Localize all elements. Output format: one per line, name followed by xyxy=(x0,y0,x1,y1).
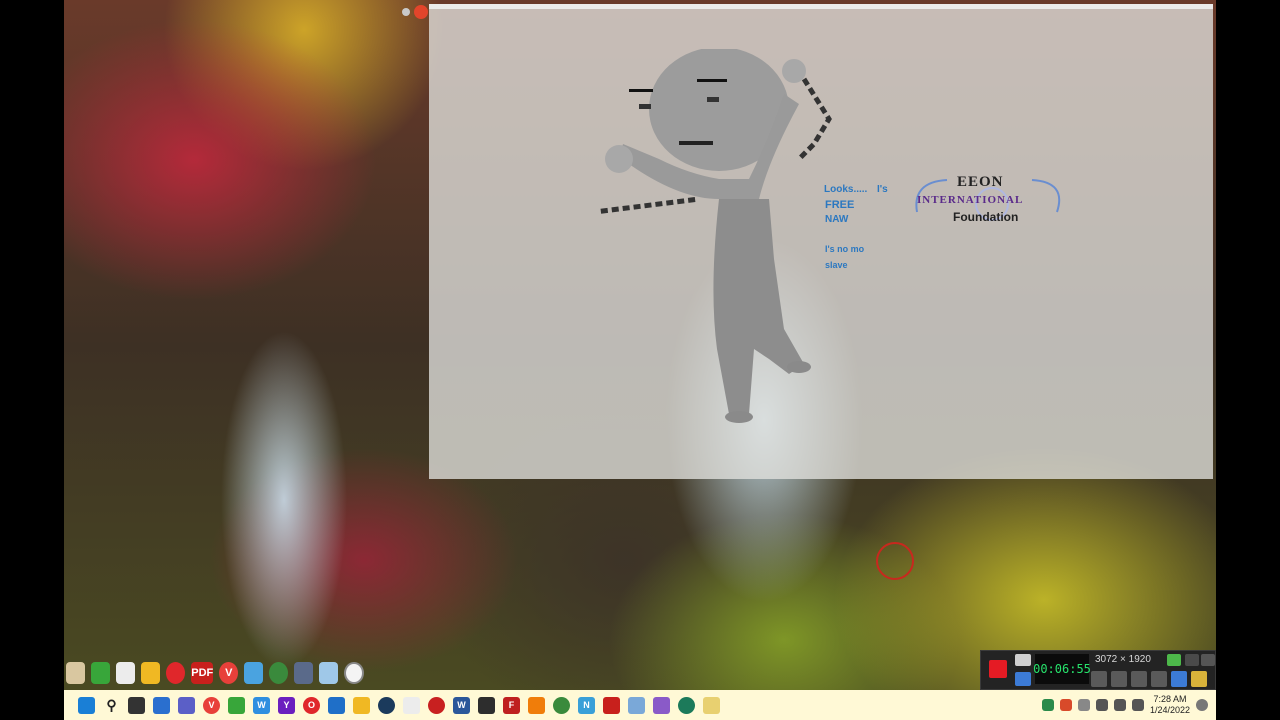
notepad-icon[interactable]: N xyxy=(578,696,595,714)
close-recorder-icon[interactable] xyxy=(1201,654,1215,666)
network-icon[interactable] xyxy=(1095,699,1108,711)
notification-icon[interactable] xyxy=(1196,699,1208,711)
wordpad-icon[interactable]: W xyxy=(253,696,270,714)
clock-date: 1/24/2022 xyxy=(1149,705,1190,715)
pdf-icon[interactable] xyxy=(603,696,620,714)
store-icon[interactable] xyxy=(328,696,345,714)
battery-icon[interactable] xyxy=(1131,699,1144,711)
window-control-bar[interactable] xyxy=(402,3,428,21)
eeon-logo: EEON INTERNATIONAL Foundation xyxy=(907,172,1077,234)
desktop-screen: Looks..... I's FREE NAW I's no mo slave … xyxy=(64,0,1216,720)
opera-icon[interactable] xyxy=(166,662,186,684)
speech-line-2: FREE xyxy=(825,199,855,211)
system-tray: 7:28 AM 1/24/2022 xyxy=(1041,690,1208,720)
clock-icon[interactable] xyxy=(344,662,365,684)
archive-icon[interactable] xyxy=(66,662,86,684)
opera-icon[interactable]: O xyxy=(303,696,320,714)
speech-line-3: NAW xyxy=(825,214,849,225)
microphone-icon[interactable] xyxy=(1077,699,1090,711)
tray-app-icon[interactable] xyxy=(1041,699,1054,711)
chrome-icon[interactable] xyxy=(269,662,289,684)
speech-line-1b: I's xyxy=(877,184,888,195)
window-title-strip xyxy=(429,4,1213,9)
logo-foundation: Foundation xyxy=(953,210,1019,224)
hand-icon[interactable] xyxy=(116,662,136,684)
monitor-icon[interactable] xyxy=(294,662,314,684)
desktop-dock[interactable]: PDF V xyxy=(64,656,365,690)
filezilla-icon[interactable]: F xyxy=(503,696,520,714)
chrome-icon[interactable] xyxy=(553,696,570,714)
record-icon[interactable] xyxy=(428,696,445,714)
explorer-icon[interactable] xyxy=(353,696,370,714)
logo-title: EEON xyxy=(957,174,1004,190)
windows-icon[interactable] xyxy=(244,662,264,684)
word-icon[interactable]: W xyxy=(453,696,470,714)
evernote-icon[interactable] xyxy=(228,696,245,714)
webcam-icon[interactable] xyxy=(1131,671,1147,687)
paint-icon[interactable] xyxy=(653,696,670,714)
clock-time: 7:28 AM xyxy=(1153,694,1187,704)
settings-icon[interactable] xyxy=(678,696,695,714)
cortana-icon[interactable] xyxy=(378,696,395,714)
recording-timer: 00:06:55 xyxy=(1033,654,1091,684)
recording-resolution: 3072 × 1920 xyxy=(1095,654,1151,665)
vlc-icon[interactable] xyxy=(528,696,545,714)
window-menu-icon[interactable] xyxy=(402,8,410,16)
folder-icon[interactable] xyxy=(141,662,161,684)
recycle-bin-icon[interactable] xyxy=(319,662,339,684)
logo-subtitle: INTERNATIONAL xyxy=(917,194,1024,206)
volume-icon[interactable] xyxy=(1091,671,1107,687)
volume-icon[interactable] xyxy=(1113,699,1126,711)
app-window: Looks..... I's FREE NAW I's no mo slave … xyxy=(429,4,1213,479)
folder-output-icon[interactable] xyxy=(1191,671,1207,687)
yahoo-icon[interactable]: Y xyxy=(278,696,295,714)
screen-recorder-panel[interactable]: 00:06:55 3072 × 1920 xyxy=(980,650,1216,690)
pause-button[interactable] xyxy=(1015,672,1031,686)
folder-icon[interactable] xyxy=(703,696,720,714)
taskbar-clock[interactable]: 7:28 AM 1/24/2022 xyxy=(1150,694,1190,716)
tray-alert-icon[interactable] xyxy=(1059,699,1072,711)
record-stop-button[interactable] xyxy=(989,660,1007,678)
evernote-icon[interactable] xyxy=(91,662,111,684)
widgets-icon[interactable] xyxy=(153,696,170,714)
task-view-icon[interactable] xyxy=(128,696,145,714)
pen-icon[interactable] xyxy=(1171,671,1187,687)
vivaldi-icon[interactable]: V xyxy=(203,696,220,714)
minimize-icon[interactable] xyxy=(1185,654,1199,666)
taskbar: ⚲ V W Y O W F N 7:28 AM 1/24/2022 xyxy=(64,690,1216,720)
windows-start-icon[interactable] xyxy=(78,696,95,714)
pdf-icon[interactable]: PDF xyxy=(191,662,214,684)
camera-icon[interactable] xyxy=(1015,654,1031,666)
cursor-icon[interactable] xyxy=(1151,671,1167,687)
taskbar-apps: ⚲ V W Y O W F N xyxy=(64,696,720,714)
close-icon[interactable] xyxy=(414,5,428,19)
terminal-icon[interactable] xyxy=(478,696,495,714)
hand-icon[interactable] xyxy=(403,696,420,714)
cursor-highlight xyxy=(876,542,914,580)
speech-line-4: I's no mo xyxy=(825,244,865,254)
photos-icon[interactable] xyxy=(628,696,645,714)
speech-line-1: Looks..... xyxy=(824,184,868,195)
window-restore-icon[interactable] xyxy=(1167,654,1181,666)
search-icon[interactable]: ⚲ xyxy=(103,697,120,714)
speech-line-5: slave xyxy=(825,260,848,270)
mascot-breaking-chains-image xyxy=(599,49,832,423)
microphone-icon[interactable] xyxy=(1111,671,1127,687)
teams-icon[interactable] xyxy=(178,696,195,714)
vivaldi-icon[interactable]: V xyxy=(219,662,239,684)
